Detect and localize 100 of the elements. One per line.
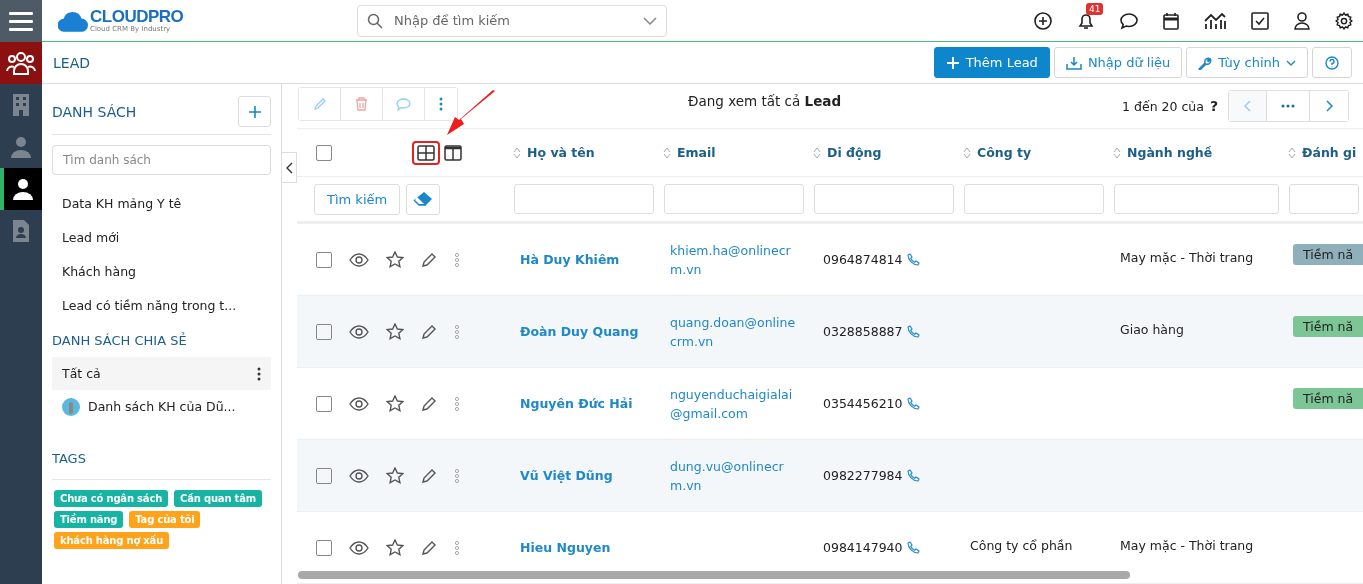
row-checkbox[interactable]	[316, 467, 332, 484]
download-icon	[1065, 55, 1082, 70]
phone-icon[interactable]	[906, 325, 920, 338]
filter-field[interactable]	[964, 184, 1104, 214]
list-item[interactable]: Danh sách KH của Dũ...	[52, 390, 271, 423]
view-icon[interactable]	[349, 324, 369, 339]
search-icon	[367, 12, 383, 29]
add-list-button[interactable]	[238, 96, 271, 127]
task-icon[interactable]	[1251, 11, 1269, 30]
star-icon[interactable]	[386, 251, 404, 268]
row-checkbox[interactable]	[316, 539, 332, 556]
column-header[interactable]: Họ và tên	[510, 129, 660, 176]
tag[interactable]: Tiềm năng	[54, 511, 124, 528]
view-icon[interactable]	[349, 396, 369, 411]
lead-name-link[interactable]: Hà Duy Khiêm	[520, 252, 620, 267]
sort-icon	[1113, 146, 1121, 159]
filter-field[interactable]	[664, 184, 804, 214]
column-header[interactable]: Đánh gi	[1285, 129, 1363, 176]
email-link[interactable]: khiem.ha@onlinecrm.vn	[670, 240, 798, 279]
sort-icon	[663, 146, 671, 159]
customize-button[interactable]: Tùy chỉnh	[1186, 47, 1308, 78]
chevron-left-icon	[285, 161, 293, 174]
bell-icon[interactable]	[1077, 11, 1095, 30]
phone-icon[interactable]	[906, 469, 920, 482]
edit-icon[interactable]	[421, 539, 437, 556]
pencil-icon	[312, 97, 327, 111]
scrollbar[interactable]	[298, 571, 1130, 579]
column-header[interactable]: Di động	[810, 129, 960, 176]
avatar-icon	[62, 397, 80, 416]
logo[interactable]: CLOUDPRO	[90, 8, 184, 25]
column-header[interactable]: Ngành nghề	[1110, 129, 1285, 176]
section-title: TAGS	[52, 451, 271, 480]
industry-text: May mặc - Thời trang	[1120, 537, 1254, 555]
user-icon[interactable]	[1294, 11, 1310, 30]
section-title: DANH SÁCH CHIA SẺ	[52, 333, 188, 348]
star-icon[interactable]	[386, 323, 404, 340]
edit-icon[interactable]	[421, 395, 437, 412]
phone-icon[interactable]	[906, 541, 920, 554]
module-title: LEAD	[53, 54, 90, 71]
chat-icon[interactable]	[1120, 11, 1138, 30]
email-link[interactable]: dung.vu@onlinecrm.vn	[670, 456, 798, 495]
star-icon[interactable]	[386, 467, 404, 484]
view-icon[interactable]	[349, 468, 369, 483]
import-button[interactable]: Nhập dữ liệu	[1053, 47, 1183, 78]
row-checkbox[interactable]	[316, 323, 332, 340]
lead-name-link[interactable]: Đoàn Duy Quang	[520, 324, 639, 339]
edit-icon[interactable]	[421, 251, 437, 268]
list-search-field[interactable]: Tìm danh sách	[52, 145, 271, 175]
row-checkbox[interactable]	[316, 251, 332, 268]
add-lead-button[interactable]: Thêm Lead	[933, 47, 1050, 78]
chart-icon[interactable]	[1204, 11, 1226, 30]
filter-field[interactable]	[514, 184, 654, 214]
filter-field[interactable]	[1114, 184, 1279, 214]
comment-icon	[396, 97, 411, 111]
row-checkbox[interactable]	[316, 395, 332, 412]
filter-field[interactable]	[814, 184, 954, 214]
email-link[interactable]: quang.doan@onlinecrm.vn	[670, 312, 798, 351]
list-item[interactable]: Lead có tiềm năng trong t...	[52, 289, 271, 323]
help-button[interactable]	[1312, 47, 1352, 78]
tag[interactable]: Cần quan tâm	[174, 490, 262, 507]
column-header[interactable]: Công ty	[960, 129, 1110, 176]
lead-name-link[interactable]: Hieu Nguyen	[520, 540, 611, 555]
rating-badge: Tiềm nă	[1293, 244, 1363, 265]
search-field[interactable]: Nhập để tìm kiếm	[357, 4, 667, 37]
phone-icon[interactable]	[906, 397, 920, 410]
split-view-icon[interactable]	[444, 144, 462, 161]
list-item[interactable]: Tất cả	[52, 357, 271, 390]
collapse-button[interactable]	[282, 152, 297, 183]
lead-name-link[interactable]: Nguyên Đức Hải	[520, 396, 633, 411]
list-item[interactable]: Data KH mảng Y tê	[52, 187, 271, 221]
list-item[interactable]: Lead mới	[52, 221, 271, 255]
tag[interactable]: Chưa có ngân sách	[54, 490, 169, 507]
settings-icon[interactable]	[1335, 11, 1353, 30]
more-icon[interactable]	[257, 366, 261, 381]
ellipsis-icon	[1281, 104, 1295, 108]
phone-number: 0982277984	[823, 468, 903, 483]
phone-number: 0354456210	[823, 396, 903, 411]
people-icon[interactable]	[0, 42, 42, 84]
clear-filter-button[interactable]	[406, 183, 441, 215]
edit-icon[interactable]	[421, 323, 437, 340]
sort-icon	[963, 146, 971, 159]
star-icon[interactable]	[386, 539, 404, 556]
search-button[interactable]: Tìm kiếm	[314, 183, 401, 215]
star-icon[interactable]	[386, 395, 404, 412]
email-link[interactable]: nguyenduchaigialai@gmail.com	[670, 384, 798, 423]
person-icon[interactable]	[0, 168, 42, 210]
menu-icon[interactable]	[0, 0, 42, 42]
view-icon[interactable]	[349, 540, 369, 555]
calendar-icon[interactable]	[1163, 11, 1179, 30]
column-header[interactable]: Email	[660, 129, 810, 176]
phone-icon[interactable]	[906, 253, 920, 266]
add-icon[interactable]	[1034, 11, 1052, 30]
filter-field[interactable]	[1289, 184, 1359, 214]
view-icon[interactable]	[349, 252, 369, 267]
help-icon	[1325, 55, 1339, 70]
select-all-checkbox[interactable]	[316, 144, 332, 161]
edit-icon[interactable]	[421, 467, 437, 484]
list-item[interactable]: Khách hàng	[52, 255, 271, 289]
grid-view-icon[interactable]	[417, 144, 435, 161]
lead-name-link[interactable]: Vũ Việt Dũng	[520, 468, 613, 483]
